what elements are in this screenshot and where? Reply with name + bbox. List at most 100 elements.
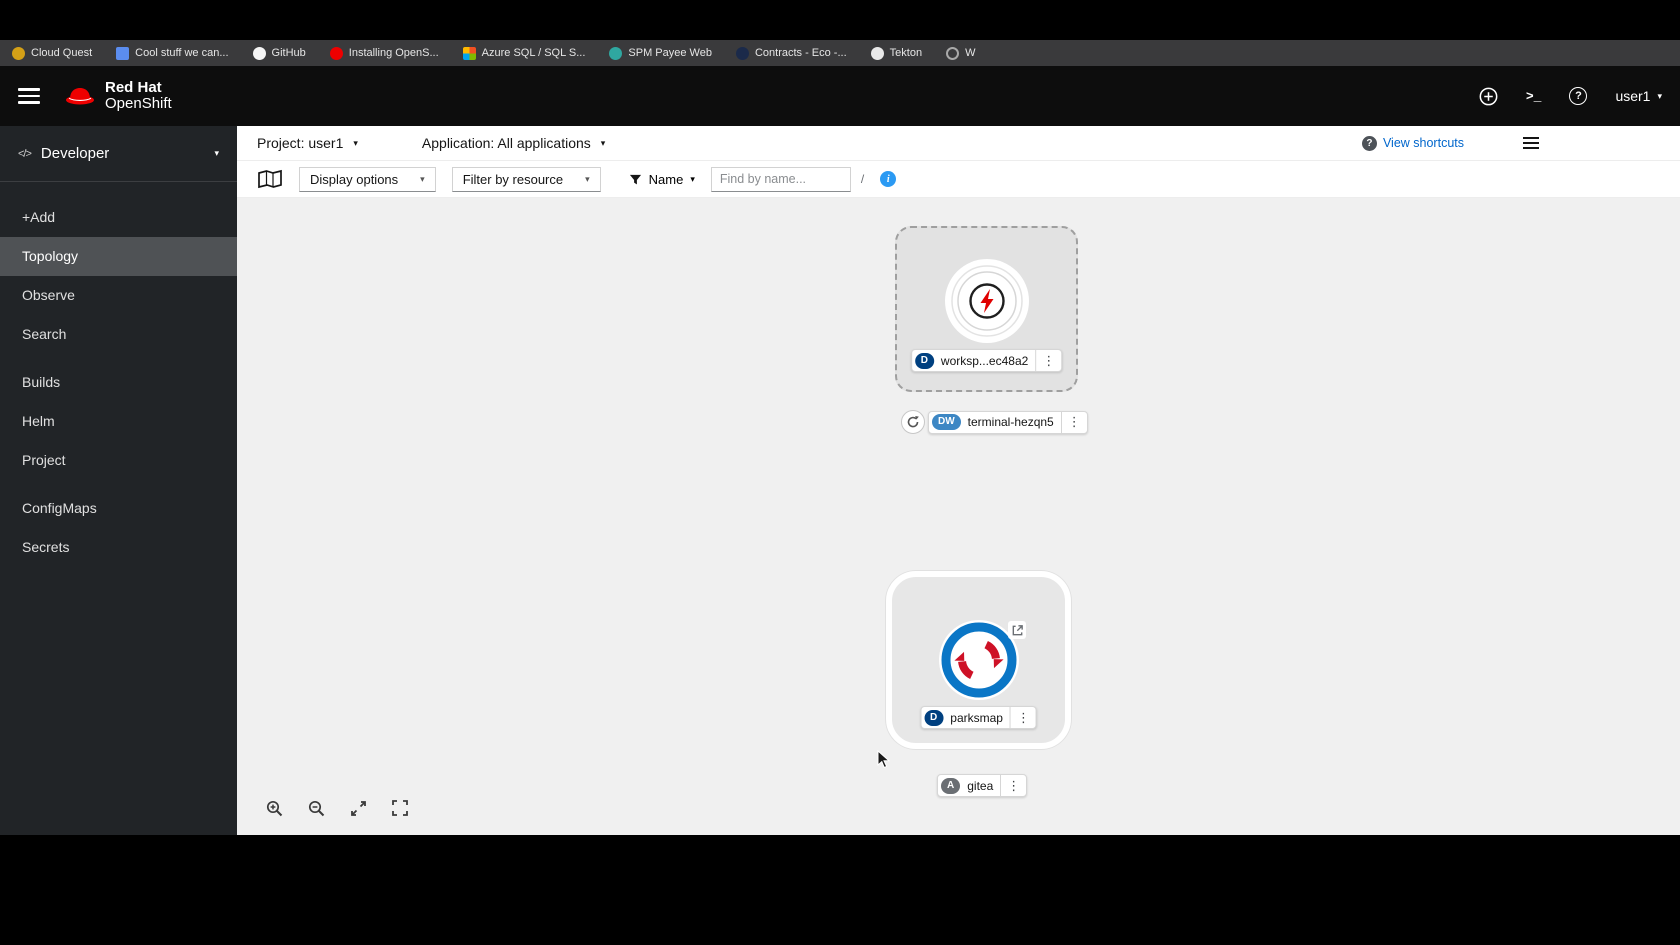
kebab-menu-icon[interactable]: ⋮ [1000,775,1026,796]
microsoft-icon [462,46,476,60]
build-lightning-icon [944,259,1029,343]
sidebar-item-builds[interactable]: Builds [0,363,237,402]
bookmark-favicon [735,46,749,60]
perspective-switcher[interactable]: </> Developer ▾ [0,126,237,182]
parksmap-node-label[interactable]: D parksmap ⋮ [920,706,1037,729]
zoom-in-button[interactable] [259,794,289,822]
sidebar-item-project[interactable]: Project [0,441,237,480]
bookmark-favicon [12,46,25,60]
bookmark-label: Tekton [889,47,923,59]
topology-node-parksmap[interactable]: D parksmap ⋮ [886,571,1071,749]
slash-shortcut-hint: / [860,172,865,186]
sidebar-item-configmaps[interactable]: ConfigMaps [0,489,237,528]
display-options-dropdown[interactable]: Display options ▾ [299,166,436,192]
name-filter-dropdown[interactable]: Name ▾ [629,172,695,187]
bookmark-item-cloud-quest[interactable]: Cloud Quest [12,46,93,60]
application-dropdown[interactable]: Application: All applications ▾ [422,135,605,151]
question-circle-icon: ? [1361,135,1377,151]
bookmark-label: Installing OpenS... [348,47,439,59]
external-link-icon[interactable] [1008,621,1026,639]
globe-icon [946,46,960,60]
kebab-menu-icon[interactable]: ⋮ [1009,707,1036,728]
chevron-down-icon: ▾ [600,137,606,148]
add-circle-icon[interactable] [1479,87,1498,106]
node-name: worksp...ec48a2 [940,353,1029,368]
sidebar-item-search[interactable]: Search [0,315,237,354]
bookmark-favicon [609,46,623,60]
context-bar: Project: user1 ▾ Application: All applic… [237,126,1680,161]
app-body: </> Developer ▾ +Add Topology Observe Se… [0,126,1680,835]
bookmark-label: W [965,47,976,59]
bookmark-label: SPM Payee Web [628,47,712,59]
bookmark-item-contracts[interactable]: Contracts - Eco -... [735,46,847,60]
mouse-cursor [877,749,891,775]
workspace-node-circle[interactable] [944,258,1030,349]
node-name: terminal-hezqn5 [967,415,1054,429]
bookmark-item-w[interactable]: W [946,46,976,60]
filter-by-resource-dropdown[interactable]: Filter by resource ▾ [451,166,601,192]
view-shortcuts-link[interactable]: ? View shortcuts [1361,135,1464,151]
topology-canvas[interactable]: D worksp...ec48a2 ⋮ DW terminal-hezqn5 ⋮ [237,198,1680,835]
list-view-toggle-icon[interactable] [1522,136,1540,150]
redhat-openshift-logo[interactable]: Red Hat OpenShift [64,79,172,113]
fullscreen-button[interactable] [385,794,415,822]
masthead-actions: >_ ? user1 ▾ [1479,87,1662,106]
funnel-icon [629,174,641,184]
sidebar-item-topology[interactable]: Topology [0,237,237,276]
gitea-node-label[interactable]: A gitea ⋮ [937,774,1028,797]
bookmark-item-installing-openshift[interactable]: Installing OpenS... [329,46,439,60]
username: user1 [1615,88,1651,104]
node-name: parksmap [950,710,1003,725]
info-icon[interactable]: i [880,171,897,187]
view-shortcuts-label: View shortcuts [1382,136,1464,150]
bookmark-item-azure-sql[interactable]: Azure SQL / SQL S... [462,46,585,60]
sidebar-nav: +Add Topology Observe Search Builds Helm… [0,182,237,567]
tekton-icon [870,46,884,60]
chevron-down-icon: ▾ [690,173,695,184]
sidebar-item-secrets[interactable]: Secrets [0,528,237,567]
resource-badge: D [914,352,934,369]
topology-node-gitea[interactable]: A gitea ⋮ [937,774,1028,797]
topology-node-terminal[interactable]: DW terminal-hezqn5 ⋮ [901,410,1088,434]
user-menu[interactable]: user1 ▾ [1615,88,1662,104]
chevron-down-icon: ▾ [214,148,219,158]
topology-toolbar: Display options ▾ Filter by resource ▾ N… [237,161,1680,198]
bookmark-label: Cool stuff we can... [135,47,229,59]
redhat-hat-icon [66,88,94,105]
sidebar-item-helm[interactable]: Helm [0,402,237,441]
topology-node-workspace[interactable]: D worksp...ec48a2 ⋮ [895,226,1078,392]
bookmark-item-spm-payee[interactable]: SPM Payee Web [609,46,712,60]
resource-badge: DW [932,414,961,430]
bookmark-item-tekton[interactable]: Tekton [870,46,923,60]
project-dropdown[interactable]: Project: user1 ▾ [257,135,358,151]
openshift-icon [329,46,343,60]
sidebar-item-observe[interactable]: Observe [0,276,237,315]
bookmark-item-cool-stuff[interactable]: Cool stuff we can... [116,46,229,60]
project-label: Project: user1 [257,135,344,151]
bookmark-label: GitHub [271,47,306,59]
web-terminal-icon[interactable]: >_ [1526,89,1542,104]
nav-divider [0,354,237,363]
fit-to-screen-button[interactable] [343,794,373,822]
workspace-node-label[interactable]: D worksp...ec48a2 ⋮ [910,349,1063,372]
chevron-down-icon: ▾ [420,173,425,184]
workload-decorator-icon[interactable] [901,410,925,434]
find-by-name-input[interactable] [710,166,851,192]
screen: Cloud Quest Cool stuff we can... GitHub … [0,0,1680,945]
kebab-menu-icon[interactable]: ⋮ [1035,350,1061,371]
hamburger-menu-icon[interactable] [18,88,40,104]
display-options-label: Display options [310,171,399,187]
kebab-menu-icon[interactable]: ⋮ [1060,411,1087,433]
node-name: gitea [967,778,994,793]
terminal-node-label[interactable]: DW terminal-hezqn5 ⋮ [928,410,1088,434]
sidebar-item-add[interactable]: +Add [0,198,237,237]
bookmark-item-github[interactable]: GitHub [252,46,306,60]
application-label: Application: All applications [421,135,591,151]
name-filter-label: Name [648,171,684,187]
find-by-name-group: / [710,166,865,192]
help-icon[interactable]: ? [1569,87,1588,105]
topology-map-icon[interactable] [257,169,283,190]
zoom-out-button[interactable] [301,794,331,822]
nav-divider [0,480,237,489]
bookmark-label: Cloud Quest [31,47,93,59]
